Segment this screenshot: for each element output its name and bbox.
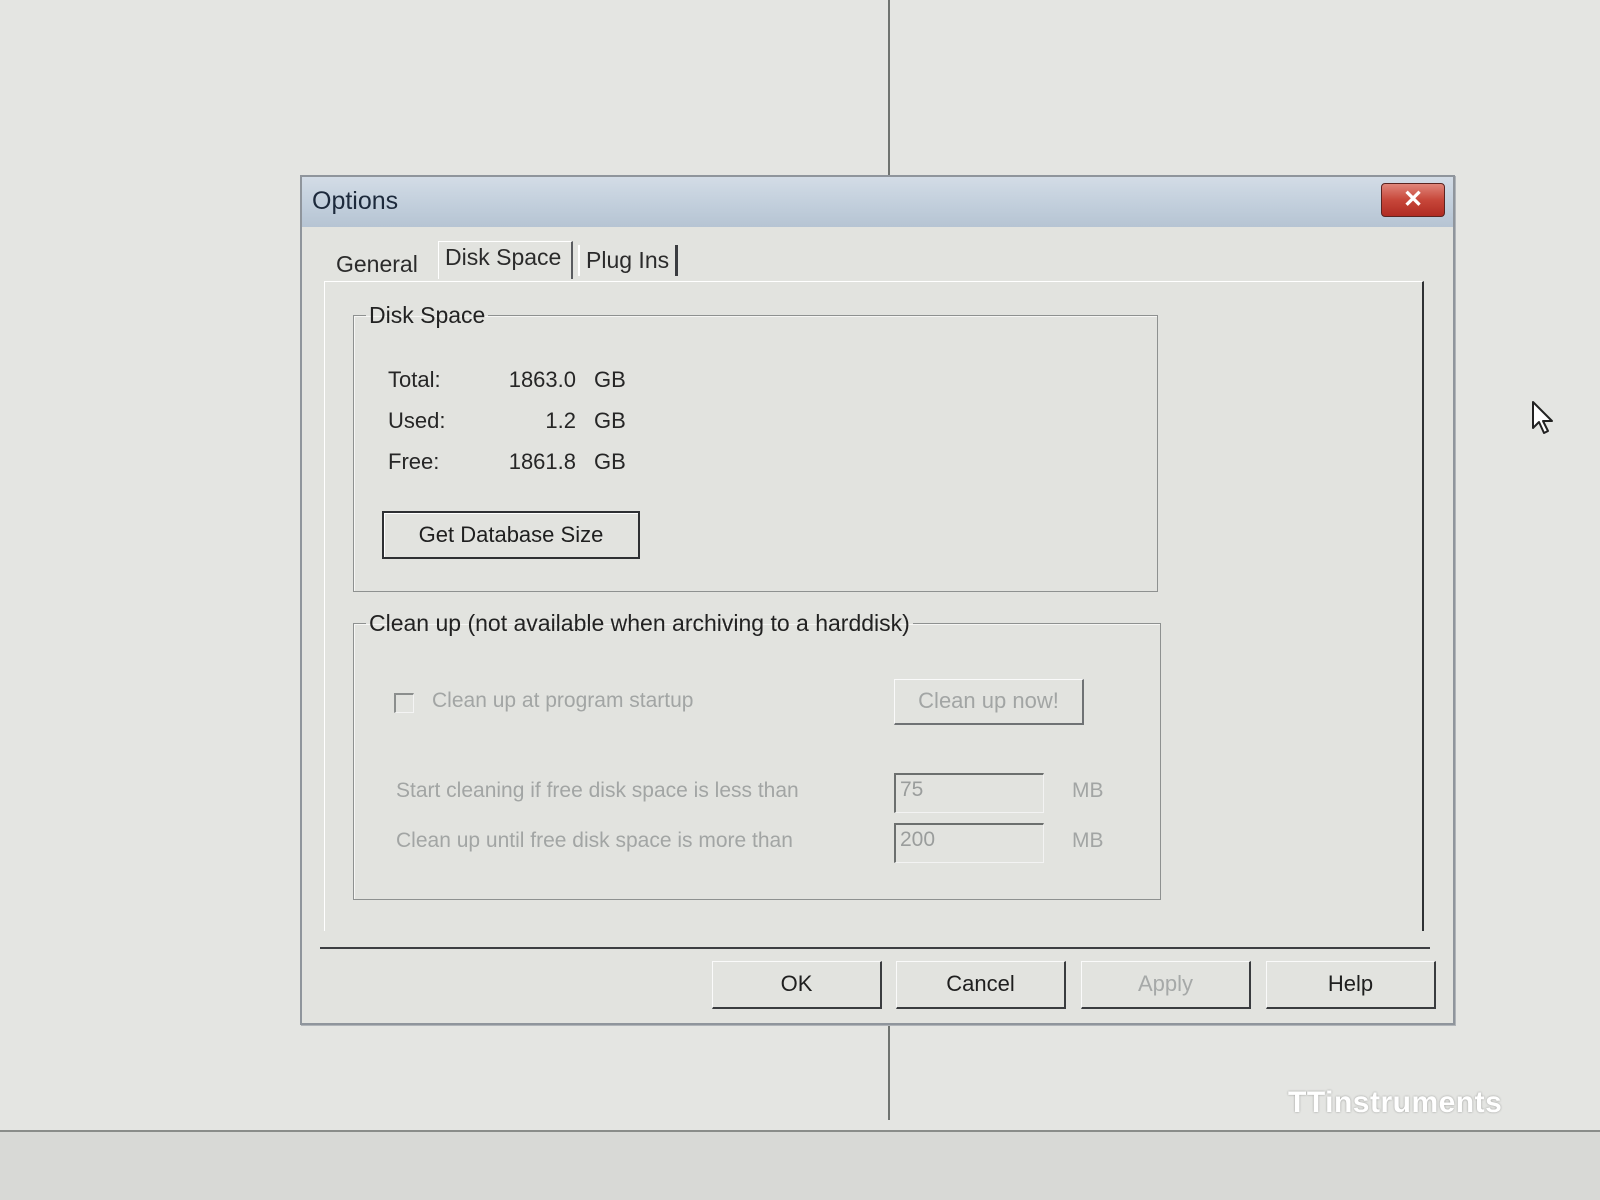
close-icon: ✕ bbox=[1402, 186, 1424, 213]
free-label: Free: bbox=[388, 449, 440, 474]
used-unit: GB bbox=[594, 408, 626, 433]
options-dialog: Options ✕ General Disk Space Plug Ins Di… bbox=[300, 175, 1455, 1025]
total-label: Total: bbox=[388, 367, 441, 392]
free-unit: GB bbox=[594, 449, 626, 474]
clean-until-label: Clean up until free disk space is more t… bbox=[396, 829, 793, 852]
cleanup-group: Clean up (not available when archiving t… bbox=[353, 610, 1161, 900]
free-value: 1861.8 bbox=[508, 449, 576, 474]
cancel-button[interactable]: Cancel bbox=[896, 961, 1066, 1009]
help-button[interactable]: Help bbox=[1266, 961, 1436, 1009]
tab-general[interactable]: General bbox=[334, 245, 420, 284]
cleanup-startup-label: Clean up at program startup bbox=[432, 689, 694, 712]
tab-plug-ins[interactable]: Plug Ins bbox=[578, 245, 679, 276]
watermark-text: TTinstruments bbox=[1288, 1086, 1503, 1119]
mouse-pointer-icon bbox=[1532, 401, 1553, 434]
total-value: 1863.0 bbox=[508, 367, 576, 392]
start-cleaning-label: Start cleaning if free disk space is les… bbox=[396, 779, 799, 802]
cleanup-legend: Clean up (not available when archiving t… bbox=[369, 610, 910, 636]
dialog-title: Options bbox=[312, 187, 399, 215]
get-database-size-button[interactable]: Get Database Size bbox=[382, 511, 640, 559]
total-unit: GB bbox=[594, 367, 626, 392]
ok-button[interactable]: OK bbox=[712, 961, 882, 1009]
disk-space-legend: Disk Space bbox=[369, 302, 486, 328]
disk-space-group: Disk Space Total: 1863.0 GB Used: 1.2 GB… bbox=[353, 302, 1158, 592]
close-button[interactable]: ✕ bbox=[1381, 183, 1445, 217]
clean-up-now-button[interactable]: Clean up now! bbox=[894, 679, 1084, 725]
used-label: Used: bbox=[388, 408, 446, 433]
background-status-strip bbox=[0, 1132, 1600, 1200]
title-bar[interactable]: Options ✕ bbox=[302, 177, 1453, 227]
tab-panel-disk-space: Disk Space Total: 1863.0 GB Used: 1.2 GB… bbox=[324, 281, 1424, 931]
apply-button[interactable]: Apply bbox=[1081, 961, 1251, 1009]
clean-until-input[interactable]: 200 bbox=[894, 823, 1044, 863]
tab-disk-space[interactable]: Disk Space bbox=[438, 241, 574, 279]
used-value: 1.2 bbox=[545, 408, 576, 433]
clean-until-unit: MB bbox=[1072, 829, 1104, 852]
start-cleaning-unit: MB bbox=[1072, 779, 1104, 802]
cleanup-startup-checkbox[interactable] bbox=[394, 693, 414, 713]
footer-separator bbox=[320, 947, 1430, 949]
start-cleaning-input[interactable]: 75 bbox=[894, 773, 1044, 813]
